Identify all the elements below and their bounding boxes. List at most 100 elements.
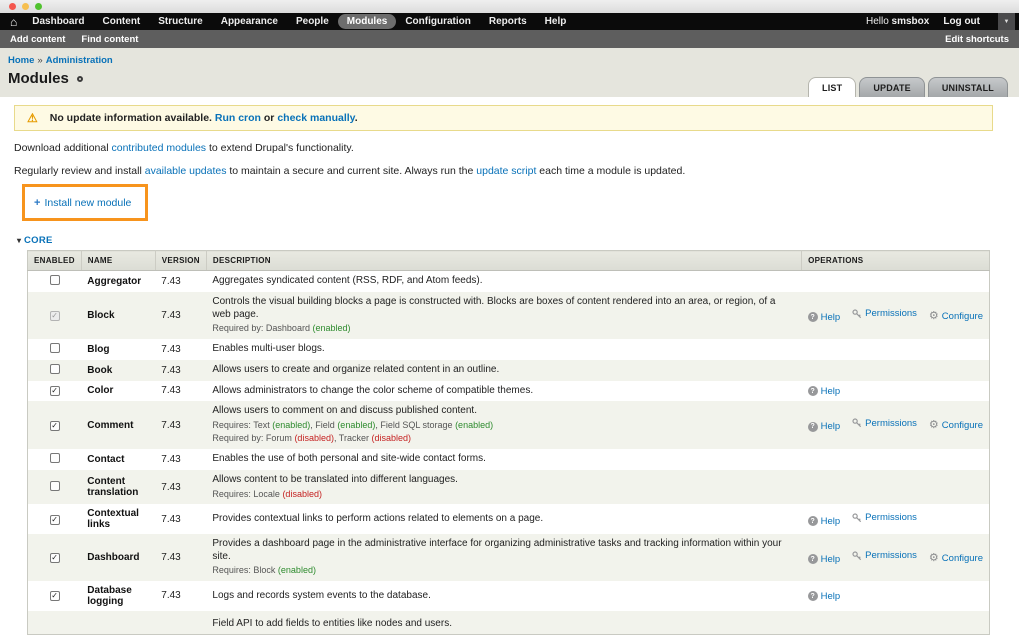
operation-label: Permissions [865,550,917,562]
operation-configure-link[interactable]: ⚙ Configure [929,552,983,564]
note-text: Required by: Dashboard [212,323,313,333]
module-checkbox[interactable] [49,342,60,353]
available-updates-link[interactable]: available updates [145,165,227,177]
module-checkbox[interactable]: ✓ [49,553,60,564]
toolbar-item-appearance[interactable]: Appearance [212,14,287,29]
help-icon: ? [807,312,818,323]
gear-icon: ⚙ [928,309,939,322]
column-header-version: VERSION [155,250,207,271]
operation-configure-link[interactable]: ⚙ Configure [928,309,983,322]
contextual-help-icon[interactable] [76,75,83,82]
operation-label: Permissions [865,417,917,429]
module-checkbox[interactable]: ✓ [49,386,60,397]
enabled-cell [28,271,82,293]
maximize-window-button[interactable] [35,3,42,10]
tab-list[interactable]: LIST [808,77,857,97]
operation-permissions-link[interactable]: Permissions [852,512,917,523]
home-icon[interactable]: ⌂ [10,16,17,28]
run-cron-link[interactable]: Run cron [215,112,261,124]
toolbar-item-content[interactable]: Content [93,14,149,29]
toolbar-item-help[interactable]: Help [536,14,576,29]
operation-label: Help [820,515,841,527]
module-dependency-note: Required by: Forum (disabled), Tracker (… [212,433,795,445]
key-icon [852,551,862,561]
gear-icon: ⚙ [928,419,939,432]
toolbar-item-modules[interactable]: Modules [337,14,397,29]
module-operations [802,271,990,293]
breadcrumb-separator: » [37,55,43,66]
edit-shortcuts-link[interactable]: Edit shortcuts [945,34,1009,45]
module-description-cell: Provides a dashboard page in the adminis… [206,534,801,581]
toolbar-item-structure[interactable]: Structure [149,14,211,29]
module-checkbox[interactable] [49,275,60,285]
page-header: Home» Administration Modules LIST UPDATE UN… [0,48,1019,97]
close-window-button[interactable] [9,3,16,10]
enabled-cell: ✓ [28,401,82,449]
enabled-status: (enabled) [337,419,376,430]
operation-label: Permissions [865,512,917,523]
minimize-window-button[interactable] [22,3,29,10]
table-row: ✓ Dashboard 7.43 Provides a dashboard page … [27,534,990,581]
table-header-row: ENABLED NAME VERSION DESCRIPTION OPERATIONS [27,250,990,271]
table-row: ✓ Database logging 7.43 Logs and records sy… [27,580,990,611]
module-operations: ? Help [802,581,990,611]
help-icon: ? [807,516,818,526]
toolbar-account-area: Hello smsbox Log out ▼ [866,13,1015,30]
operation-help-link[interactable]: ? Help [807,386,840,397]
module-checkbox[interactable] [49,453,60,464]
help-icon: ? [807,386,818,397]
macos-titlebar [0,0,1019,13]
module-checkbox[interactable]: ✓ [49,591,60,602]
module-description-cell: Logs and records system events to the da… [206,581,801,611]
operation-help-link[interactable]: ? Help [807,515,841,527]
greeting-text: Hello smsbox [865,16,930,27]
core-fieldset-toggle[interactable]: ▾ CORE [17,235,993,246]
update-script-link[interactable]: update script [476,165,536,177]
shortcut-add-content[interactable]: Add content [10,34,65,45]
contributed-modules-link[interactable]: contributed modules [111,142,206,154]
breadcrumb-administration-link[interactable]: Administration [46,55,113,66]
operation-help-link[interactable]: ? Help [807,312,840,323]
toolbar-item-configuration[interactable]: Configuration [396,14,480,29]
enabled-cell [28,611,82,635]
module-operations [802,339,990,360]
operation-help-link[interactable]: ? Help [807,591,840,602]
operation-configure-link[interactable]: ⚙ Configure [928,419,983,432]
toolbar-menu: Dashboard Content Structure Appearance Peopl… [23,14,575,29]
operation-help-link[interactable]: ? Help [807,421,840,432]
module-checkbox[interactable] [49,363,60,374]
toolbar-item-reports[interactable]: Reports [480,14,536,29]
shortcut-find-content[interactable]: Find content [81,34,138,45]
chevron-down-icon: ▼ [1003,18,1010,25]
breadcrumb-home-link[interactable]: Home [8,55,34,66]
toolbar-item-people[interactable]: People [287,14,338,29]
enabled-cell: ✓ [28,292,82,339]
intro-paragraph-2: Regularly review and install available u… [14,165,686,177]
operation-permissions-link[interactable]: Permissions [852,550,917,561]
main-content: ⚠ No update information available. Run c… [0,97,1019,635]
module-description-cell: Allows users to create and organize rela… [206,360,801,381]
toolbar-toggle-button[interactable]: ▼ [998,13,1015,30]
module-operations [802,449,990,470]
tab-uninstall[interactable]: UNINSTALL [927,77,1008,97]
install-new-module-link[interactable]: + Install new module [34,197,131,209]
module-checkbox[interactable]: ✓ [49,514,60,525]
disabled-status: (disabled) [371,433,412,444]
operation-permissions-link[interactable]: Permissions [852,418,917,429]
operation-permissions-link[interactable]: Permissions [852,308,917,319]
toolbar-item-dashboard[interactable]: Dashboard [23,14,93,29]
module-description: Enables the use of both personal and sit… [212,453,486,465]
tab-update[interactable]: UPDATE [859,77,925,97]
logout-link[interactable]: Log out [943,16,980,27]
module-version: 7.43 [161,513,181,525]
warning-message: ⚠ No update information available. Run c… [14,105,993,131]
module-checkbox[interactable]: ✓ [49,420,60,431]
module-name: Database logging [87,584,132,607]
check-manually-link[interactable]: check manually [277,112,354,124]
module-checkbox[interactable] [49,480,60,491]
operation-help-link[interactable]: ? Help [807,554,840,565]
module-name: Aggregator [87,276,142,287]
module-name: Content translation [87,476,139,499]
module-dependency-note: Required by: Dashboard (enabled) [212,323,795,335]
note-text: Requires: Block [212,565,278,576]
